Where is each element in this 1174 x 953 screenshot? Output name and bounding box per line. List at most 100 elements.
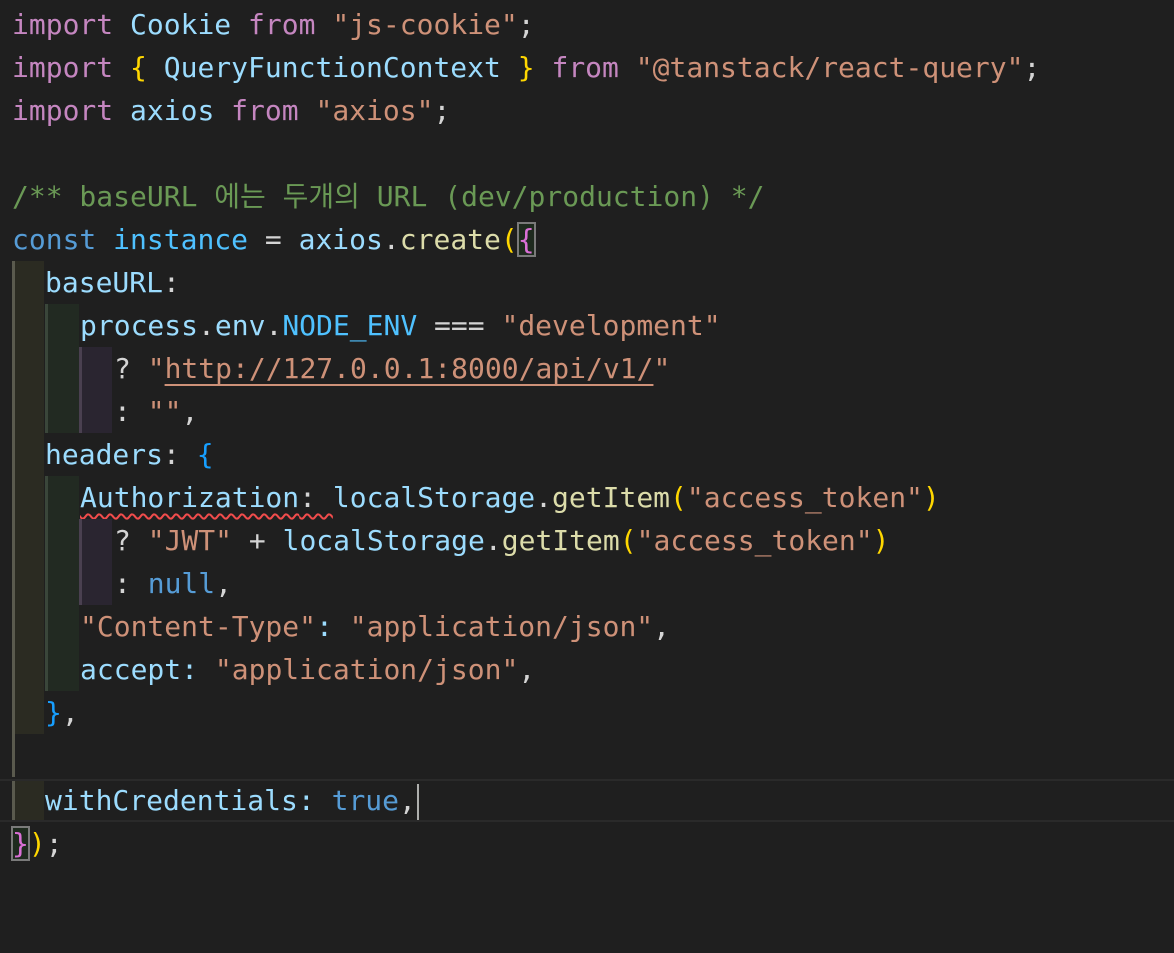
indent-guide (45, 562, 79, 605)
matched-bracket: } (11, 826, 30, 861)
indent-guide (45, 390, 79, 433)
string: "access_token" (636, 524, 873, 557)
keyword: import (12, 94, 114, 127)
constant: NODE_ENV (282, 309, 418, 342)
code-line-17[interactable]: }, (0, 691, 1174, 734)
indent-guide (45, 347, 79, 390)
indent-guide (12, 734, 15, 777)
identifier: axios (298, 223, 383, 256)
indent-guide (12, 519, 44, 562)
code-line-9[interactable]: ? "http://127.0.0.1:8000/api/v1/" (0, 347, 1174, 390)
property-key: baseURL (45, 266, 164, 299)
indent-guide (45, 476, 79, 519)
keyword: import (12, 8, 114, 41)
indent-guide (12, 562, 44, 605)
indent-guide (79, 390, 112, 433)
punctuation: : (181, 653, 215, 686)
code-line-6[interactable]: const instance = axios.create({ (0, 218, 1174, 261)
keyword: from (551, 51, 619, 84)
code-line-11[interactable]: headers: { (0, 433, 1174, 476)
bracket: ( (500, 223, 518, 256)
code-line-12[interactable]: Authorization: localStorage.getItem("acc… (0, 476, 1174, 519)
operator: = (248, 223, 299, 256)
code-editor[interactable]: import Cookie from "js-cookie"; import {… (0, 0, 1174, 878)
punctuation: ; (1023, 51, 1041, 84)
operator: ? (114, 524, 148, 557)
code-line-2[interactable]: import { QueryFunctionContext } from "@t… (0, 46, 1174, 89)
indent-guide (12, 691, 44, 734)
bracket: } (45, 696, 62, 729)
punctuation: , (61, 696, 79, 729)
operator: : (114, 567, 148, 600)
function-name: create (399, 223, 501, 256)
indent-guide (45, 648, 79, 691)
code-line-4[interactable] (0, 132, 1174, 175)
punctuation: : (316, 610, 350, 643)
indent-guide (12, 781, 44, 820)
string: " (653, 352, 671, 385)
punctuation: : (163, 438, 197, 471)
indent-guide (12, 390, 44, 433)
keyword: from (248, 8, 316, 41)
string: "application/json" (214, 653, 519, 686)
punctuation: . (484, 524, 502, 557)
indent-guide (45, 519, 79, 562)
string: "access_token" (686, 481, 923, 514)
punctuation: . (198, 309, 215, 342)
punctuation: . (382, 223, 400, 256)
code-line-18[interactable] (0, 734, 1174, 777)
indent-guide (12, 347, 44, 390)
identifier: QueryFunctionContext (163, 51, 501, 84)
punctuation: , (181, 395, 199, 428)
matched-bracket: { (516, 222, 536, 257)
punctuation: . (535, 481, 553, 514)
indent-guide (12, 261, 44, 304)
punctuation: ; (45, 827, 63, 860)
indent-guide (79, 519, 112, 562)
code-line-16[interactable]: accept: "application/json", (0, 648, 1174, 691)
literal: null (147, 567, 216, 600)
code-line-15[interactable]: "Content-Type": "application/json", (0, 605, 1174, 648)
indent-guide (45, 605, 79, 648)
code-line-14[interactable]: : null, (0, 562, 1174, 605)
code-line-7[interactable]: baseURL: (0, 261, 1174, 304)
indent-guide (12, 648, 44, 691)
function-name: getItem (552, 481, 671, 514)
code-line-5[interactable]: /** baseURL 에는 두개의 URL (dev/production) … (0, 175, 1174, 218)
code-line-19-current[interactable]: withCredentials: true, (0, 779, 1174, 822)
identifier: localStorage (332, 481, 536, 514)
operator: ? (114, 352, 148, 385)
code-line-10[interactable]: : "", (0, 390, 1174, 433)
text-cursor (416, 784, 419, 820)
bracket: ( (619, 524, 637, 557)
code-line-3[interactable]: import axios from "axios"; (0, 89, 1174, 132)
property-key-error[interactable]: Authorization: (80, 481, 333, 514)
punctuation: ; (433, 94, 451, 127)
keyword: const (12, 223, 97, 256)
string: "JWT" (147, 524, 233, 557)
function-name: getItem (501, 524, 620, 557)
string: "axios" (315, 94, 434, 127)
indent-guide (12, 433, 44, 476)
indent-guide (12, 476, 44, 519)
property-key: "Content-Type" (80, 610, 317, 643)
url-link[interactable]: http://127.0.0.1:8000/api/v1/ (165, 352, 654, 385)
punctuation: , (653, 610, 671, 643)
punctuation: . (265, 309, 283, 342)
identifier: instance (113, 223, 249, 256)
identifier: localStorage (282, 524, 485, 557)
string: "development" (501, 309, 721, 342)
property-key: withCredentials (45, 784, 298, 817)
indent-guide (12, 605, 44, 648)
indent-guide (45, 304, 79, 347)
identifier: env (214, 309, 266, 342)
comment: /** baseURL 에는 두개의 URL (dev/production) … (12, 180, 765, 213)
literal: true (331, 784, 400, 817)
code-line-1[interactable]: import Cookie from "js-cookie"; (0, 3, 1174, 46)
code-line-13[interactable]: ? "JWT" + localStorage.getItem("access_t… (0, 519, 1174, 562)
code-line-8[interactable]: process.env.NODE_ENV === "development" (0, 304, 1174, 347)
code-line-20[interactable]: }); (0, 822, 1174, 865)
operator: === (417, 309, 502, 342)
punctuation: , (518, 653, 536, 686)
property-key: headers (45, 438, 164, 471)
